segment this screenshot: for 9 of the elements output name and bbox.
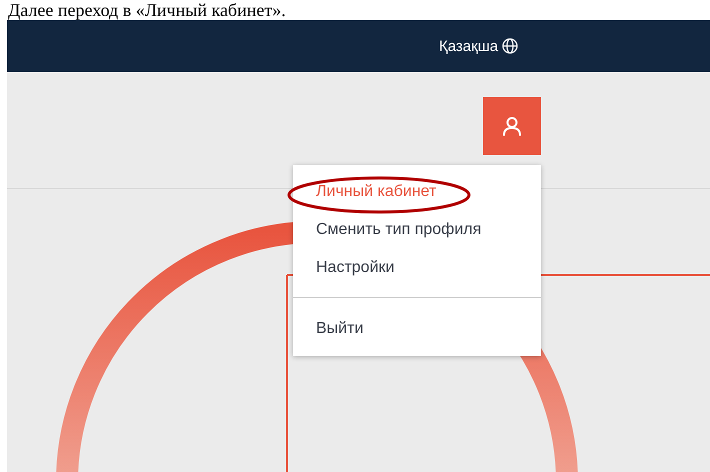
menu-item[interactable]: Личный кабинет xyxy=(293,173,541,211)
user-icon xyxy=(502,116,522,136)
menu-item[interactable]: Настройки xyxy=(293,249,541,287)
language-link[interactable]: Қазақша xyxy=(437,36,520,56)
document-text: Далее переход в «Личный кабинет». xyxy=(7,0,287,20)
menu-item[interactable]: Выйти xyxy=(293,310,541,348)
globe-icon xyxy=(502,38,518,54)
menu-item[interactable]: Сменить тип профиля xyxy=(293,211,541,249)
user-button[interactable] xyxy=(483,97,541,155)
